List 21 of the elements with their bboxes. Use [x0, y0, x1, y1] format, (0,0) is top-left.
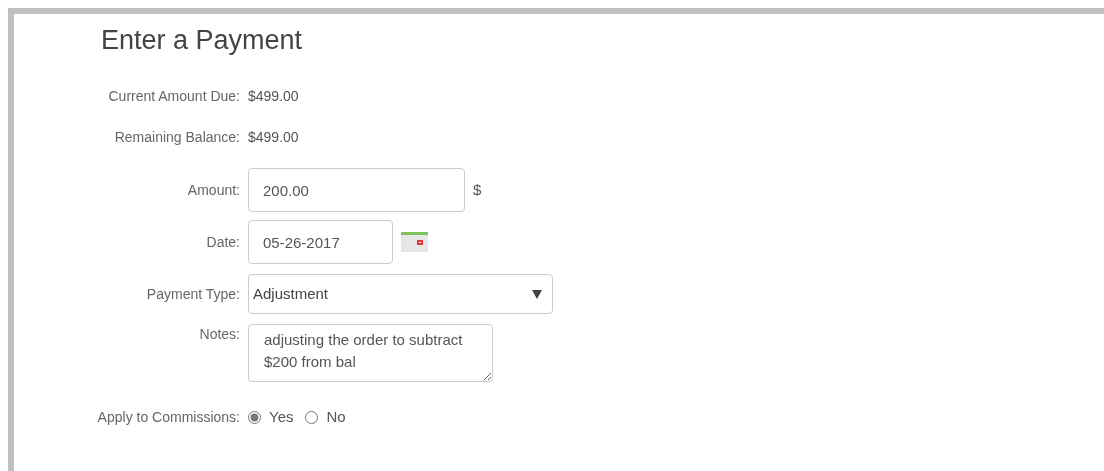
amount-field[interactable]: 200.00 — [248, 168, 465, 213]
dropdown-arrow-icon — [532, 289, 542, 299]
field-label: Notes: — [198, 325, 240, 345]
notes-field[interactable]: adjusting the order to subtract $200 from bal — [248, 324, 493, 383]
calendar-icon[interactable] — [401, 232, 428, 253]
field-label: Date: — [205, 232, 240, 252]
radio-button[interactable] — [305, 411, 319, 425]
field-label: Apply to Commissions: — [96, 408, 240, 428]
page-title: Enter a Payment — [101, 24, 304, 57]
date-field[interactable]: 05-26-2017 — [248, 220, 393, 265]
radio-button[interactable] — [248, 411, 261, 425]
field-label: Remaining Balance: — [113, 128, 240, 148]
radio-label: Yes — [269, 407, 294, 428]
amount-value: $499.00 — [248, 129, 299, 146]
amount-value: $499.00 — [248, 88, 299, 105]
field-label: Amount: — [186, 180, 240, 200]
currency-symbol: $ — [473, 180, 482, 201]
payment-type-dropdown[interactable]: Adjustment — [248, 274, 553, 315]
radio-label: No — [326, 407, 346, 428]
field-label: Current Amount Due: — [107, 87, 240, 107]
field-label: Payment Type: — [145, 284, 240, 304]
